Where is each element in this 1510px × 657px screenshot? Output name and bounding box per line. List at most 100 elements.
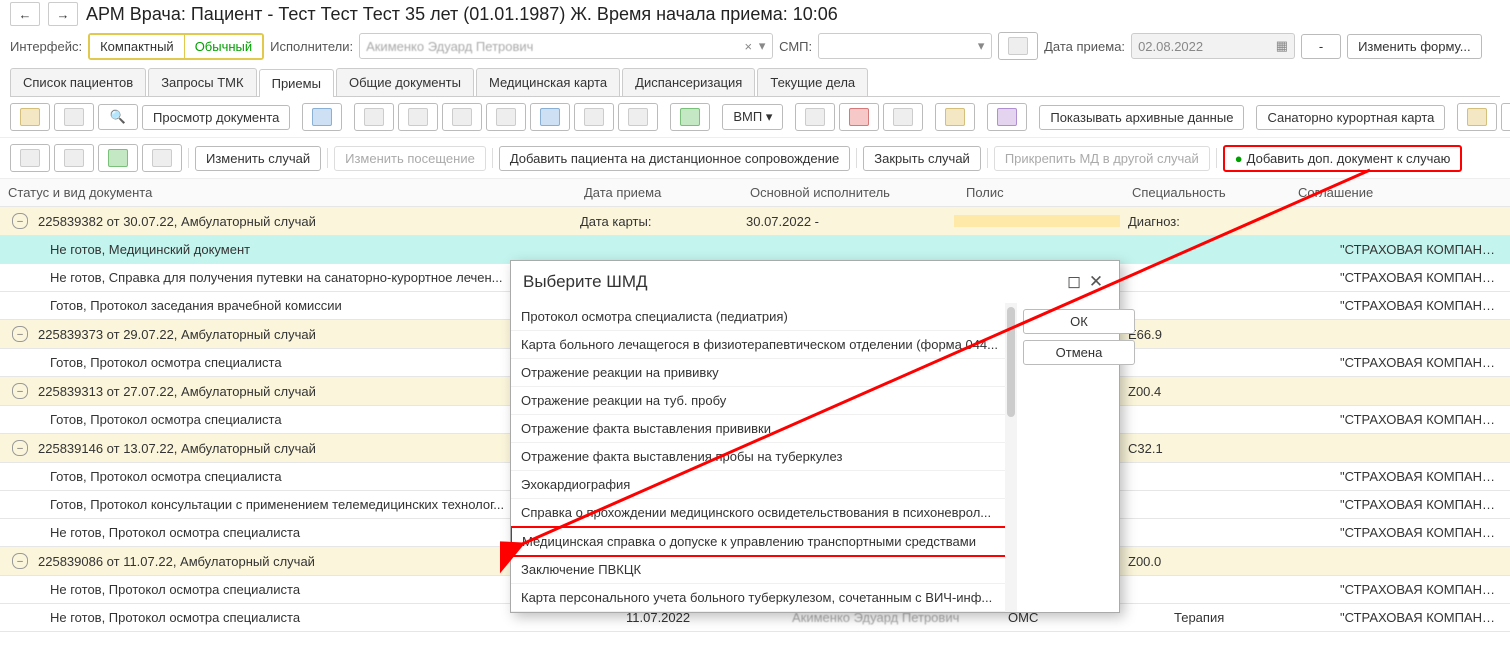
shmd-item[interactable]: Протокол осмотра специалиста (педиатрия): [511, 303, 1017, 331]
tab-medcard[interactable]: Медицинская карта: [476, 68, 620, 96]
attach-md-button: Прикрепить МД в другой случай: [994, 146, 1210, 171]
cell-status: Не готов, Медицинский документ: [0, 236, 618, 263]
col-polis[interactable]: Полис: [958, 179, 1124, 206]
list-mode-2[interactable]: [54, 144, 94, 172]
collapse-icon[interactable]: –: [12, 213, 28, 229]
executor-clear-icon[interactable]: ×: [744, 39, 752, 54]
cell-exec: [784, 244, 1000, 256]
sanatorium-card-button[interactable]: Санаторно курортная карта: [1256, 105, 1445, 130]
open-button[interactable]: [10, 103, 50, 131]
shmd-item[interactable]: Отражение факта выставления пробы на туб…: [511, 443, 1017, 471]
shmd-item[interactable]: Карта больного лечащегося в физиотерапев…: [511, 331, 1017, 359]
tool-4[interactable]: [486, 103, 526, 131]
cell-spec: E66.9: [1120, 321, 1286, 348]
executor-value: Акименко Эдуард Петрович: [366, 39, 533, 54]
appointment-date-input[interactable]: 02.08.2022 ▦: [1131, 33, 1295, 59]
shmd-list: Протокол осмотра специалиста (педиатрия)…: [511, 303, 1017, 612]
tool-1[interactable]: [354, 103, 394, 131]
tab-current[interactable]: Текущие дела: [757, 68, 868, 96]
chevron-down-icon[interactable]: ▾: [973, 36, 989, 56]
add-doc-to-case-button[interactable]: ●Добавить доп. документ к случаю: [1223, 145, 1463, 172]
dialog-close-icon[interactable]: ✕: [1085, 271, 1107, 293]
tool-14[interactable]: [1457, 103, 1497, 131]
tool-15[interactable]: [1501, 103, 1510, 131]
tab-disp[interactable]: Диспансеризация: [622, 68, 755, 96]
change-case-button[interactable]: Изменить случай: [195, 146, 321, 171]
tool-12[interactable]: [935, 103, 975, 131]
refresh-2[interactable]: [98, 144, 138, 172]
tool-6[interactable]: [574, 103, 614, 131]
cell-spec: [1166, 272, 1332, 284]
cell-status: –225839146 от 13.07.22, Амбулаторный слу…: [0, 434, 572, 462]
close-case-button[interactable]: Закрыть случай: [863, 146, 981, 171]
collapse-icon[interactable]: –: [12, 326, 28, 342]
view-document-button[interactable]: Просмотр документа: [142, 105, 290, 130]
shmd-item[interactable]: Справка о прохождении медицинского освид…: [511, 499, 1017, 527]
nav-back-button[interactable]: ←: [10, 2, 40, 26]
shmd-item[interactable]: Отражение факта выставления прививки: [511, 415, 1017, 443]
cell-spec: Терапия: [1166, 604, 1332, 631]
tool-8[interactable]: [670, 103, 710, 131]
interface-normal-button[interactable]: Обычный: [185, 35, 262, 58]
cell-agr: "СТРАХОВАЯ КОМПАНИЯ "С...: [1332, 406, 1510, 433]
search-icon[interactable]: 🔍: [98, 104, 138, 130]
col-spec[interactable]: Специальность: [1124, 179, 1290, 206]
calendar-icon[interactable]: ▦: [1276, 38, 1288, 54]
tool-7[interactable]: [618, 103, 658, 131]
date-label: Дата приема:: [1044, 39, 1125, 54]
chevron-down-icon[interactable]: ▾: [754, 36, 770, 56]
tab-visits[interactable]: Приемы: [259, 69, 334, 97]
tab-common-docs[interactable]: Общие документы: [336, 68, 474, 96]
cell-agr: "СТРАХОВАЯ КОМПАНИЯ "С...: [1332, 604, 1510, 631]
tool-11[interactable]: [883, 103, 923, 131]
shmd-item[interactable]: Медицинская справка о допуске к управлен…: [511, 526, 1017, 557]
card-button[interactable]: [302, 103, 342, 131]
add-remote-button[interactable]: Добавить пациента на дистанционное сопро…: [499, 146, 850, 171]
cell-spec: Z00.0: [1120, 548, 1286, 575]
refresh-button[interactable]: [54, 103, 94, 131]
tool-3[interactable]: [442, 103, 482, 131]
collapse-icon[interactable]: –: [12, 440, 28, 456]
smp-extra-button[interactable]: [998, 32, 1038, 60]
col-status[interactable]: Статус и вид документа: [0, 179, 576, 206]
clock-icon[interactable]: [142, 144, 182, 172]
interface-compact-button[interactable]: Компактный: [90, 35, 185, 58]
tab-tmk[interactable]: Запросы ТМК: [148, 68, 256, 96]
cell-status: –225839086 от 11.07.22, Амбулаторный слу…: [0, 547, 572, 575]
shmd-item[interactable]: Отражение реакции на прививку: [511, 359, 1017, 387]
cell-status: –225839373 от 29.07.22, Амбулаторный слу…: [0, 320, 572, 348]
col-date[interactable]: Дата приема: [576, 179, 742, 206]
shmd-item[interactable]: Заключение ПВКЦК: [511, 556, 1017, 584]
tool-5[interactable]: [530, 103, 570, 131]
vmp-button[interactable]: ВМП ▾: [722, 104, 783, 130]
executor-select[interactable]: Акименко Эдуард Петрович × ▾: [359, 33, 773, 59]
show-archive-button[interactable]: Показывать архивные данные: [1039, 105, 1244, 130]
tab-patients[interactable]: Список пациентов: [10, 68, 146, 96]
smp-label: СМП:: [779, 39, 812, 54]
shmd-item[interactable]: Карта персонального учета больного тубер…: [511, 584, 1017, 612]
tool-10[interactable]: [839, 103, 879, 131]
scrollbar[interactable]: [1005, 303, 1017, 612]
list-mode-1[interactable]: [10, 144, 50, 172]
cell-spec: [1166, 244, 1332, 256]
collapse-icon[interactable]: –: [12, 553, 28, 569]
shmd-item[interactable]: Эхокардиография: [511, 471, 1017, 499]
dialog-cancel-button[interactable]: Отмена: [1023, 340, 1135, 365]
shmd-item[interactable]: Отражение реакции на туб. пробу: [511, 387, 1017, 415]
tool-13[interactable]: [987, 103, 1027, 131]
collapse-icon[interactable]: –: [12, 383, 28, 399]
change-visit-button: Изменить посещение: [334, 146, 486, 171]
dialog-maximize-icon[interactable]: ◻: [1063, 271, 1085, 293]
cell-status: –225839382 от 30.07.22, Амбулаторный слу…: [0, 207, 572, 235]
table-row[interactable]: –225839382 от 30.07.22, Амбулаторный слу…: [0, 207, 1510, 236]
col-agr[interactable]: Соглашение: [1290, 179, 1510, 206]
cell-spec: [1166, 300, 1332, 312]
col-exec[interactable]: Основной исполнитель: [742, 179, 958, 206]
tool-2[interactable]: [398, 103, 438, 131]
change-form-button[interactable]: Изменить форму...: [1347, 34, 1482, 59]
nav-forward-button[interactable]: →: [48, 2, 78, 26]
smp-select[interactable]: ▾: [818, 33, 992, 59]
dialog-ok-button[interactable]: ОК: [1023, 309, 1135, 334]
tool-9[interactable]: [795, 103, 835, 131]
date-extra-button[interactable]: -: [1301, 34, 1341, 59]
